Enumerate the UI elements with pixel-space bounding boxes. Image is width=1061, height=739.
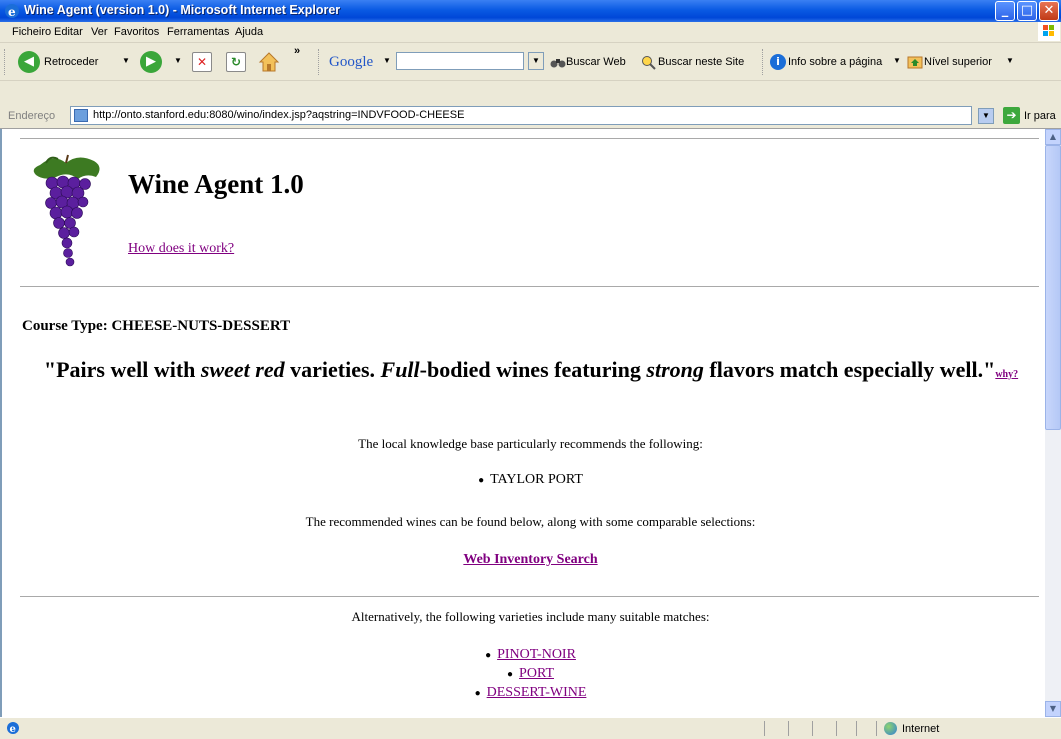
google-dropdown-icon[interactable]: ▼ — [383, 56, 391, 65]
address-bar: Endereço http://onto.stanford.edu:8080/w… — [0, 104, 1061, 129]
variety-link-dessert-wine[interactable]: DESSERT-WINE — [487, 685, 587, 700]
menu-ver[interactable]: Ver — [91, 26, 108, 38]
menu-favoritos[interactable]: Favoritos — [114, 26, 159, 38]
divider — [20, 138, 1039, 139]
status-separator — [856, 721, 857, 736]
binoculars-icon — [550, 59, 566, 68]
google-logo: Google — [329, 54, 374, 70]
list-item: ● PORT — [507, 666, 554, 681]
back-icon[interactable]: ◀ — [18, 51, 40, 73]
menu-editar[interactable]: Editar — [54, 26, 83, 38]
security-zone: Internet — [902, 723, 940, 735]
internet-explorer-icon: e — [5, 4, 19, 19]
menu-ajuda[interactable]: Ajuda — [235, 26, 263, 38]
go-button[interactable]: Ir para — [1024, 110, 1056, 122]
google-search-dropdown[interactable]: ▼ — [528, 52, 544, 70]
recommended-wine: TAYLOR PORT — [490, 472, 583, 487]
status-separator — [764, 721, 765, 736]
pairing-quote: "Pairs well with sweet red varieties. Fu… — [43, 357, 1019, 382]
menu-ficheiro[interactable]: Ficheiro — [12, 26, 51, 38]
google-search-input[interactable] — [396, 52, 524, 70]
address-dropdown-icon[interactable]: ▼ — [978, 108, 994, 124]
forward-icon[interactable]: ▶ — [140, 51, 162, 73]
web-inventory-search-link[interactable]: Web Inventory Search — [20, 552, 1041, 568]
page-icon — [74, 109, 88, 122]
status-separator — [836, 721, 837, 736]
back-dropdown-icon[interactable]: ▼ — [122, 56, 130, 65]
internet-zone-icon — [884, 722, 897, 735]
scroll-up-icon[interactable]: ▲ — [1045, 129, 1061, 145]
toolbar-separator — [762, 49, 766, 75]
divider — [20, 286, 1039, 287]
status-separator — [812, 721, 813, 736]
buscar-web-button[interactable]: Buscar Web — [566, 56, 626, 68]
page-status-icon: e — [7, 722, 19, 735]
standard-toolbar: ◀ Retroceder ▼ ▶ ▼ ✕ ↻ » Google ▼ ▼ Busc… — [0, 43, 1061, 81]
window-title: Wine Agent (version 1.0) - Microsoft Int… — [24, 3, 341, 17]
info-dropdown-icon[interactable]: ▼ — [893, 56, 901, 65]
buscar-site-button[interactable]: Buscar neste Site — [658, 56, 744, 68]
stop-icon[interactable]: ✕ — [192, 52, 212, 72]
list-item: ● PINOT-NOIR — [485, 647, 576, 662]
info-icon: i — [770, 54, 786, 70]
divider — [20, 596, 1039, 597]
recommended-text: The recommended wines can be found below… — [305, 514, 756, 529]
maximize-button[interactable]: □ — [1017, 1, 1037, 21]
toolbar-grip — [318, 49, 322, 75]
status-separator — [876, 721, 877, 736]
status-separator — [788, 721, 789, 736]
toolbar-more-icon[interactable]: » — [294, 45, 300, 57]
variety-link-port[interactable]: PORT — [519, 666, 554, 681]
title-bar: e Wine Agent (version 1.0) - Microsoft I… — [0, 0, 1061, 22]
forward-dropdown-icon[interactable]: ▼ — [174, 56, 182, 65]
site-search-icon — [642, 56, 656, 70]
svg-text:e: e — [10, 724, 16, 735]
course-type: Course Type: CHEESE-NUTS-DESSERT — [22, 318, 291, 334]
menu-ferramentas[interactable]: Ferramentas — [167, 26, 229, 38]
nivel-superior-button[interactable]: Nível superior — [924, 56, 992, 68]
folder-up-icon — [907, 56, 923, 69]
vertical-scrollbar[interactable]: ▲ ▼ — [1045, 129, 1061, 717]
alternative-text: Alternatively, the following varieties i… — [351, 609, 710, 624]
variety-link-pinot-noir[interactable]: PINOT-NOIR — [497, 647, 576, 662]
page-title: Wine Agent 1.0 — [128, 169, 304, 199]
minimize-button[interactable]: _ — [995, 1, 1015, 21]
nivel-dropdown-icon[interactable]: ▼ — [1006, 56, 1014, 65]
scroll-thumb[interactable] — [1045, 145, 1061, 430]
address-input[interactable]: http://onto.stanford.edu:8080/wino/index… — [70, 106, 972, 125]
how-does-it-work-link[interactable]: How does it work? — [128, 241, 234, 257]
toolbar-grip — [4, 49, 8, 75]
menu-bar: Ficheiro Editar Ver Favoritos Ferramenta… — [0, 22, 1061, 43]
why-link[interactable]: why? — [995, 369, 1018, 380]
address-url[interactable]: http://onto.stanford.edu:8080/wino/index… — [93, 109, 464, 121]
go-arrow-icon[interactable]: ➔ — [1003, 107, 1020, 124]
scroll-down-icon[interactable]: ▼ — [1045, 701, 1061, 717]
page-content: Wine Agent 1.0 How does it work? Course … — [0, 129, 1045, 717]
back-label[interactable]: Retroceder — [44, 56, 98, 68]
close-button[interactable]: ✕ — [1039, 1, 1059, 21]
list-item: ● DESSERT-WINE — [474, 685, 587, 700]
home-icon[interactable] — [258, 51, 280, 73]
kb-intro-text: The local knowledge base particularly re… — [358, 436, 703, 451]
windows-logo-icon — [1038, 22, 1060, 41]
status-bar: e Internet — [0, 717, 1061, 739]
grapes-logo — [33, 154, 100, 267]
address-label: Endereço — [8, 110, 56, 122]
list-item: ● TAYLOR PORT — [478, 472, 583, 487]
refresh-icon[interactable]: ↻ — [226, 52, 246, 72]
info-pagina-button[interactable]: Info sobre a página — [788, 56, 882, 68]
svg-text:e: e — [8, 5, 16, 19]
